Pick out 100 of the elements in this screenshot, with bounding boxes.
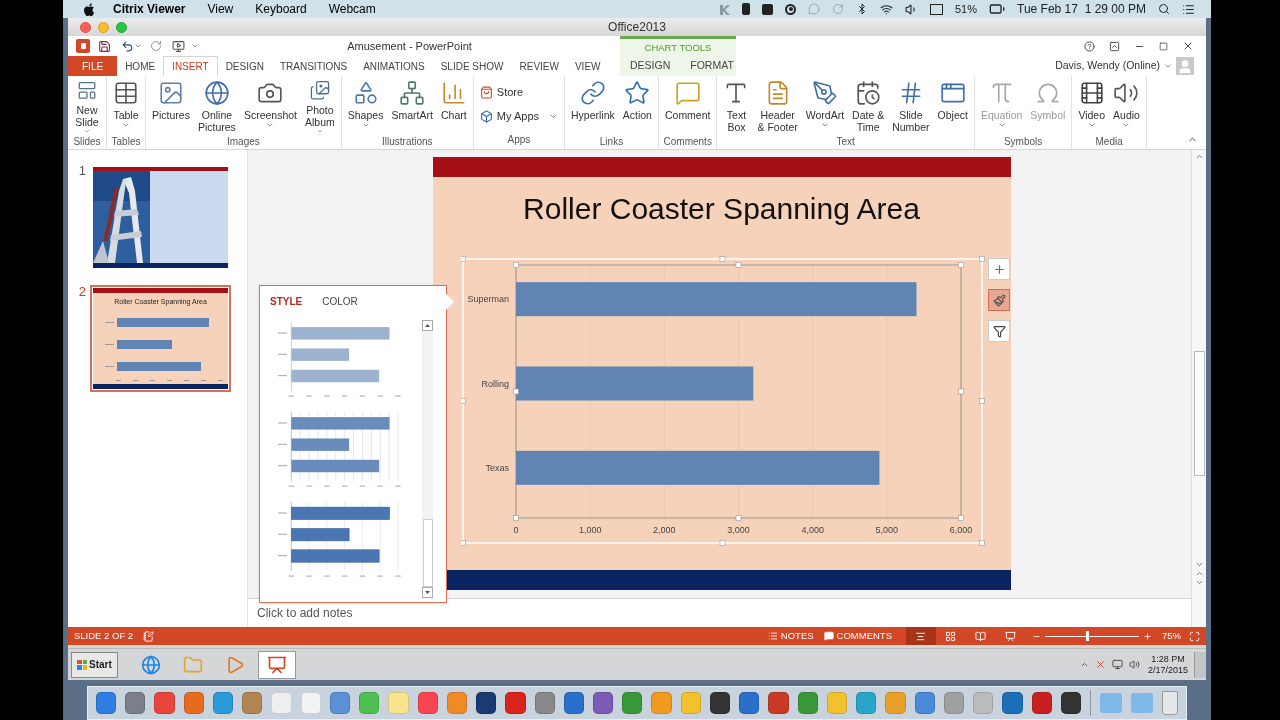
dock-app-icon[interactable] <box>1002 692 1023 714</box>
zoom-in-icon[interactable] <box>1143 631 1152 641</box>
watch-icon[interactable] <box>742 3 750 15</box>
restore-icon[interactable] <box>1159 41 1168 51</box>
caret-icon[interactable] <box>134 42 142 50</box>
ribbon-tab[interactable]: HOME <box>117 56 164 76</box>
bar[interactable] <box>515 450 879 485</box>
monitor-icon[interactable] <box>1111 659 1123 670</box>
ribbon-button[interactable]: Video <box>1074 76 1110 134</box>
view-button[interactable] <box>906 627 936 645</box>
scroll-down-icon[interactable] <box>1194 560 1204 569</box>
selection-handle[interactable] <box>957 262 964 268</box>
search-icon[interactable] <box>1158 3 1170 15</box>
notes-pane[interactable]: Click to add notes <box>248 598 1191 627</box>
selection-handle[interactable] <box>978 398 985 404</box>
scrollbar-thumb[interactable] <box>1193 351 1205 476</box>
battery-icon[interactable] <box>989 1 1006 17</box>
chart-side-button[interactable] <box>988 258 1010 280</box>
ribbon-button[interactable]: Online Pictures <box>193 76 240 134</box>
display-icon[interactable] <box>930 3 943 15</box>
battery-percentage[interactable]: 51% <box>955 0 978 18</box>
previous-slide-icon[interactable] <box>1194 569 1204 578</box>
panel-tab[interactable]: STYLE <box>268 293 305 309</box>
ribbon-button[interactable]: Photo Album <box>301 76 339 134</box>
ribbon-tab[interactable]: SLIDE SHOW <box>432 56 512 76</box>
dock-app-icon[interactable] <box>476 692 497 714</box>
ribbon-button[interactable]: Comment <box>660 76 715 134</box>
notification-list-icon[interactable] <box>1182 2 1195 16</box>
close-icon[interactable] <box>1182 40 1194 52</box>
ribbon-button[interactable]: Store <box>475 82 562 102</box>
redo-icon[interactable] <box>150 40 162 52</box>
selection-handle[interactable] <box>719 256 725 262</box>
zoom-slider[interactable] <box>1045 631 1139 641</box>
help-icon[interactable] <box>1084 40 1095 52</box>
taskbar-clock[interactable]: 1:28 PM 2/17/2015 <box>1147 653 1188 676</box>
selection-handle[interactable] <box>512 388 519 395</box>
caret-icon[interactable] <box>1164 62 1172 70</box>
dock-app-icon[interactable] <box>739 692 760 714</box>
minimize-window-button[interactable] <box>98 21 109 33</box>
dock-app-icon[interactable] <box>1060 692 1081 714</box>
network-error-icon[interactable] <box>1094 659 1106 670</box>
selection-handle[interactable] <box>719 540 725 546</box>
volume-icon[interactable] <box>905 2 918 16</box>
undo-icon[interactable] <box>121 39 134 53</box>
save-icon[interactable] <box>98 39 111 53</box>
menu-item[interactable]: View <box>207 0 234 18</box>
menu-item[interactable]: Webcam <box>328 0 376 18</box>
ribbon-button[interactable]: Object <box>933 76 972 134</box>
chart-side-button[interactable] <box>988 320 1010 342</box>
ribbon-button[interactable]: SmartArt <box>387 76 437 134</box>
fit-to-window-icon[interactable] <box>1189 630 1200 642</box>
show-desktop-button[interactable] <box>1194 651 1206 678</box>
ribbon-button[interactable]: Audio <box>1109 76 1144 134</box>
slideshow-icon[interactable] <box>172 39 185 53</box>
ribbon-tab[interactable]: INSERT <box>163 56 218 77</box>
selection-handle[interactable] <box>460 540 466 546</box>
menu-item[interactable]: Keyboard <box>255 0 307 18</box>
notes-button[interactable]: NOTES <box>767 628 814 644</box>
selection-handle[interactable] <box>735 515 741 521</box>
bar[interactable] <box>515 366 753 401</box>
user-avatar[interactable] <box>1176 57 1194 75</box>
zoom-percentage[interactable]: 75% <box>1162 628 1181 644</box>
dock-app-icon[interactable] <box>709 692 731 714</box>
scroll-up-button[interactable] <box>422 320 433 331</box>
zoom-slider-thumb[interactable] <box>1086 631 1090 641</box>
bar[interactable] <box>515 282 916 317</box>
ribbon-tab[interactable]: DESIGN <box>620 56 681 76</box>
panel-tab[interactable]: COLOR <box>320 293 360 309</box>
powerpoint-logo-icon[interactable] <box>76 39 90 53</box>
ribbon-button[interactable]: New Slide <box>70 76 104 134</box>
ribbon-button[interactable]: Hyperlink <box>567 76 619 134</box>
selection-handle[interactable] <box>957 388 964 395</box>
dock-app-icon[interactable] <box>768 692 789 714</box>
ribbon-button[interactable]: Pictures <box>148 76 194 134</box>
ribbon-tab[interactable]: DESIGN <box>217 56 272 76</box>
ribbon-button[interactable]: Chart <box>436 76 471 134</box>
ribbon-tab[interactable]: VIEW <box>566 56 609 76</box>
comments-button[interactable]: COMMENTS <box>823 628 892 644</box>
next-slide-icon[interactable] <box>1194 578 1204 587</box>
selection-handle[interactable] <box>957 515 964 521</box>
show-hidden-icons-icon[interactable] <box>1079 660 1089 669</box>
taskbar-app-button[interactable] <box>257 650 296 679</box>
ribbon-button[interactable]: Shapes <box>343 76 388 134</box>
ribbon-tab[interactable]: FORMAT <box>680 56 744 76</box>
user-name[interactable]: Davis, Wendy (Online) <box>1055 58 1160 74</box>
volume-icon[interactable] <box>1128 659 1140 670</box>
menu-app-name[interactable]: Citrix Viewer <box>113 0 186 18</box>
bluetooth-icon[interactable] <box>856 3 868 15</box>
scroll-down-button[interactable] <box>422 587 433 598</box>
dock-app-icon[interactable] <box>1031 692 1052 714</box>
ribbon-button[interactable]: Screenshot <box>239 76 301 134</box>
ribbon-tab[interactable]: TRANSITIONS <box>271 56 356 76</box>
ribbon-button[interactable]: Table <box>109 76 143 134</box>
speech-bubble-icon[interactable] <box>808 3 820 15</box>
ribbon-button[interactable]: Text Box <box>719 76 754 134</box>
trash-icon[interactable] <box>1161 691 1179 715</box>
ribbon-tab[interactable]: ANIMATIONS <box>355 56 433 76</box>
slide-thumbnail[interactable] <box>90 164 231 271</box>
customize-caret-icon[interactable] <box>191 42 199 50</box>
apple-icon[interactable] <box>83 2 95 16</box>
